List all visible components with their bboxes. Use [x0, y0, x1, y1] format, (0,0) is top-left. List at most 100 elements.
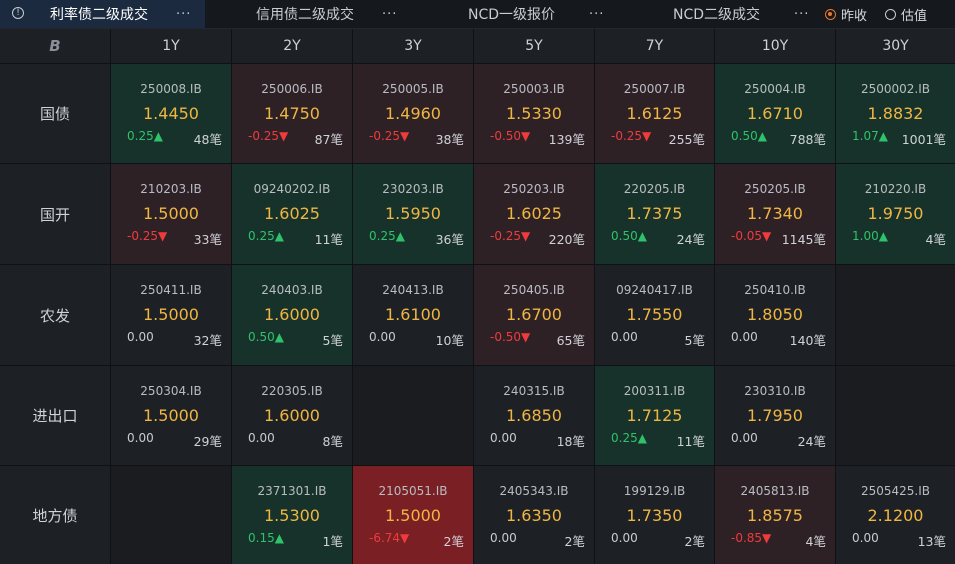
yield-rate: 1.5000	[385, 506, 441, 525]
change-bp: -0.25▼	[611, 129, 652, 143]
yield-rate: 1.7350	[626, 506, 683, 525]
bond-code: 250007.IB	[623, 82, 686, 96]
yield-rate: 1.6025	[264, 204, 320, 223]
bond-code: 199129.IB	[623, 484, 686, 498]
bond-quote-cell[interactable]: 250007.IB 1.6125 -0.25▼ 255笔	[595, 64, 714, 163]
bond-quote-cell[interactable]: 09240417.IB 1.7550 0.00 5笔	[595, 265, 714, 365]
bond-quote-cell[interactable]: 2500002.IB 1.8832 1.07▲ 1001笔	[836, 64, 955, 163]
yield-rate: 1.5300	[264, 506, 320, 525]
column-header-3y[interactable]: 3Y	[353, 29, 473, 63]
bond-code: 250008.IB	[140, 82, 202, 96]
bond-quote-cell[interactable]: 2405343.IB 1.6350 0.00 2笔	[474, 466, 594, 564]
bond-code: 230310.IB	[744, 384, 806, 398]
yield-rate: 1.6700	[506, 305, 562, 324]
tab-label: 信用债二级成交	[256, 7, 354, 23]
trade-count: 2笔	[564, 534, 585, 549]
bond-quote-cell[interactable]: 210203.IB 1.5000 -0.25▼ 33笔	[111, 164, 231, 264]
row-header: 农发	[0, 265, 110, 365]
bond-quote-cell[interactable]: 240315.IB 1.6850 0.00 18笔	[474, 366, 594, 465]
yield-rate: 1.8050	[747, 305, 803, 324]
yield-rate: 1.6000	[264, 305, 320, 324]
more-icon[interactable]: ···	[176, 0, 191, 28]
yield-rate: 1.6125	[626, 104, 683, 123]
bond-code: 220205.IB	[623, 182, 686, 196]
bond-quote-cell[interactable]: 220305.IB 1.6000 0.00 8笔	[232, 366, 352, 465]
trade-count: 2笔	[443, 534, 464, 549]
tab-rate-bond-secondary[interactable]: ! 利率债二级成交 ···	[0, 0, 205, 28]
bond-quote-cell[interactable]: 250405.IB 1.6700 -0.50▼ 65笔	[474, 265, 594, 365]
info-icon[interactable]: !	[12, 7, 24, 19]
bond-code: 250005.IB	[382, 82, 444, 96]
yield-rate: 1.6000	[264, 406, 320, 425]
change-bp: 0.00	[731, 431, 758, 445]
bond-quote-cell[interactable]: 200311.IB 1.7125 0.25▲ 11笔	[595, 366, 714, 465]
change-bp: -0.25▼	[248, 129, 289, 143]
tab-ncd-secondary[interactable]: NCD二级成交 ···	[617, 0, 817, 28]
empty-cell	[353, 366, 473, 465]
bond-code: 250004.IB	[744, 82, 806, 96]
column-header-2y[interactable]: 2Y	[232, 29, 352, 63]
column-header-1y[interactable]: 1Y	[111, 29, 231, 63]
bond-quote-cell[interactable]: 230310.IB 1.7950 0.00 24笔	[715, 366, 835, 465]
bond-quote-cell[interactable]: 250410.IB 1.8050 0.00 140笔	[715, 265, 835, 365]
bond-quote-cell[interactable]: 250005.IB 1.4960 -0.25▼ 38笔	[353, 64, 473, 163]
bond-code: 250410.IB	[744, 283, 806, 297]
bond-quote-cell[interactable]: 240413.IB 1.6100 0.00 10笔	[353, 265, 473, 365]
change-bp: 1.07▲	[852, 129, 888, 143]
bond-quote-cell[interactable]: 2371301.IB 1.5300 0.15▲ 1笔	[232, 466, 352, 564]
row-header: 国开	[0, 164, 110, 264]
bond-quote-cell[interactable]: 250003.IB 1.5330 -0.50▼ 139笔	[474, 64, 594, 163]
bond-quote-cell[interactable]: 250006.IB 1.4750 -0.25▼ 87笔	[232, 64, 352, 163]
bond-quote-cell[interactable]: 250008.IB 1.4450 0.25▲ 48笔	[111, 64, 231, 163]
trade-count: 788笔	[789, 132, 826, 147]
radio-valuation[interactable]: 估值	[885, 0, 927, 28]
bond-code: 250003.IB	[503, 82, 565, 96]
yield-rate: 1.6025	[506, 204, 562, 223]
change-bp: 0.50▲	[731, 129, 767, 143]
change-bp: 0.00	[127, 431, 154, 445]
radio-prev-close[interactable]: 昨收	[825, 0, 867, 28]
trade-count: 1145笔	[781, 232, 826, 247]
change-bp: -0.25▼	[490, 229, 531, 243]
yield-rate: 1.6850	[506, 406, 562, 425]
tab-ncd-primary-quote[interactable]: NCD一级报价 ···	[411, 0, 617, 28]
trade-count: 4笔	[805, 534, 826, 549]
column-header-30y[interactable]: 30Y	[836, 29, 955, 63]
bond-quote-cell[interactable]: 250205.IB 1.7340 -0.05▼ 1145笔	[715, 164, 835, 264]
bond-code: 200311.IB	[623, 384, 686, 398]
bond-code: 220305.IB	[261, 384, 323, 398]
more-icon[interactable]: ···	[794, 0, 809, 28]
bond-quote-cell[interactable]: 250203.IB 1.6025 -0.25▼ 220笔	[474, 164, 594, 264]
trade-count: 5笔	[322, 333, 343, 348]
more-icon[interactable]: ···	[589, 0, 604, 28]
bond-quote-cell[interactable]: 250411.IB 1.5000 0.00 32笔	[111, 265, 231, 365]
bond-quote-cell[interactable]: 250304.IB 1.5000 0.00 29笔	[111, 366, 231, 465]
trade-count: 48笔	[193, 132, 222, 147]
bond-quote-cell[interactable]: 2405813.IB 1.8575 -0.85▼ 4笔	[715, 466, 835, 564]
bond-code: 250006.IB	[261, 82, 323, 96]
bond-quote-cell[interactable]: 230203.IB 1.5950 0.25▲ 36笔	[353, 164, 473, 264]
bond-quote-cell[interactable]: 2505425.IB 2.1200 0.00 13笔	[836, 466, 955, 564]
trade-count: 2笔	[684, 534, 705, 549]
trade-count: 36笔	[435, 232, 464, 247]
tab-credit-bond-secondary[interactable]: 信用债二级成交 ···	[205, 0, 411, 28]
change-bp: 0.15▲	[248, 531, 284, 545]
bond-quote-cell[interactable]: 09240202.IB 1.6025 0.25▲ 11笔	[232, 164, 352, 264]
bond-quote-cell[interactable]: 250004.IB 1.6710 0.50▲ 788笔	[715, 64, 835, 163]
bond-quote-cell[interactable]: 2105051.IB 1.5000 -6.74▼ 2笔	[353, 466, 473, 564]
bond-quote-cell[interactable]: 220205.IB 1.7375 0.50▲ 24笔	[595, 164, 714, 264]
corner-logo: B	[0, 29, 110, 63]
change-bp: 0.25▲	[369, 229, 405, 243]
bond-quote-cell[interactable]: 210220.IB 1.9750 1.00▲ 4笔	[836, 164, 955, 264]
bond-code: 210220.IB	[864, 182, 927, 196]
trade-count: 24笔	[797, 434, 826, 449]
bond-quote-cell[interactable]: 199129.IB 1.7350 0.00 2笔	[595, 466, 714, 564]
more-icon[interactable]: ···	[382, 0, 397, 28]
column-header-7y[interactable]: 7Y	[595, 29, 714, 63]
change-bp: 0.00	[852, 531, 879, 545]
column-header-10y[interactable]: 10Y	[715, 29, 835, 63]
column-header-5y[interactable]: 5Y	[474, 29, 594, 63]
bond-quote-cell[interactable]: 240403.IB 1.6000 0.50▲ 5笔	[232, 265, 352, 365]
trade-count: 38笔	[435, 132, 464, 147]
bond-code: 09240417.IB	[616, 283, 693, 297]
